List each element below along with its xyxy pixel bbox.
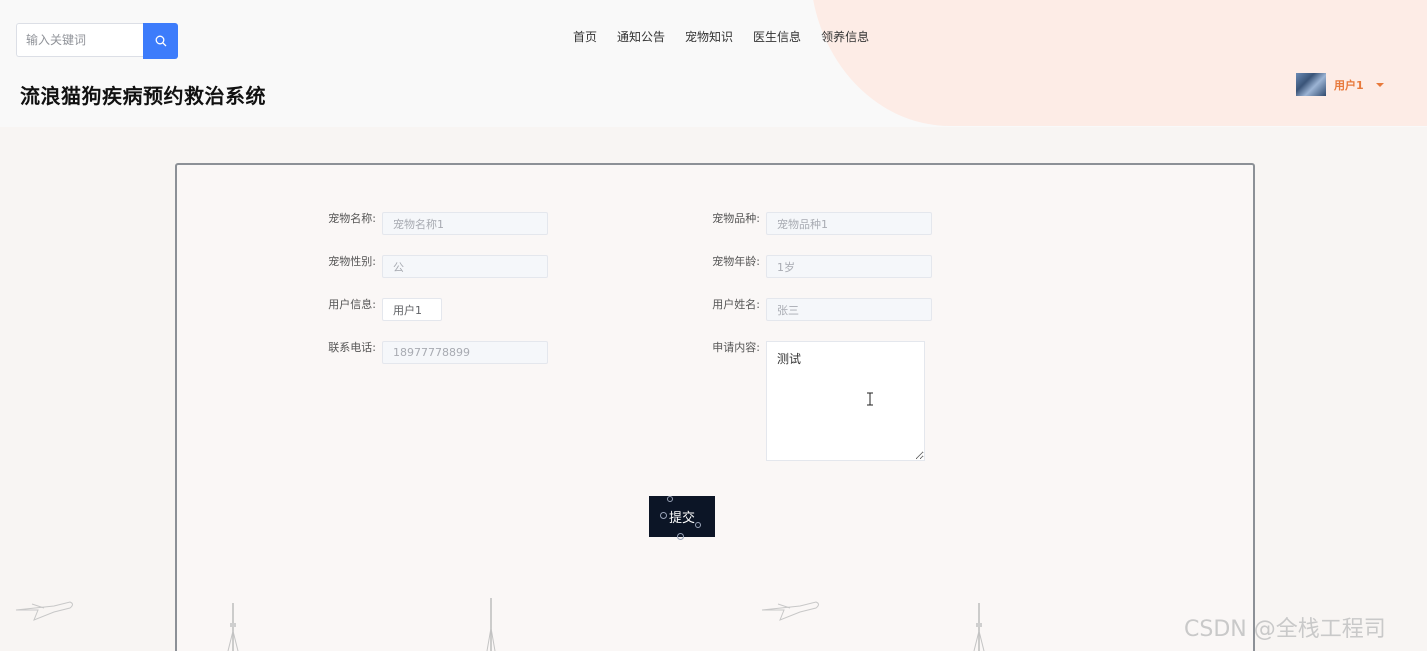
submit-button[interactable]: 提交 <box>649 496 715 537</box>
caret-down-icon <box>1375 82 1384 87</box>
header-decor-blob <box>810 0 1427 126</box>
nav-home[interactable]: 首页 <box>563 28 607 46</box>
nav-adoption-info[interactable]: 领养信息 <box>811 28 879 46</box>
tower-icon <box>973 603 985 651</box>
field-pet-gender: 宠物性别: <box>320 255 548 278</box>
pet-breed-label: 宠物品种: <box>712 212 760 225</box>
nav-pet-knowledge[interactable]: 宠物知识 <box>675 28 743 46</box>
watermark: CSDN @全栈工程司 <box>1184 617 1386 642</box>
site-title: 流浪猫狗疾病预约救治系统 <box>20 84 266 108</box>
field-pet-breed: 宠物品种: <box>704 212 932 235</box>
search-button[interactable] <box>143 23 178 59</box>
search-bar <box>16 23 178 59</box>
tower-icon <box>227 603 239 651</box>
field-apply-content: 申请内容: 测试 <box>704 341 925 461</box>
page: 首页 通知公告 宠物知识 医生信息 领养信息 流浪猫狗疾病预约救治系统 用户1 … <box>0 0 1427 651</box>
main-nav: 首页 通知公告 宠物知识 医生信息 领养信息 <box>563 28 879 46</box>
bubble-decor <box>695 522 701 528</box>
nav-notices[interactable]: 通知公告 <box>607 28 675 46</box>
pet-name-label: 宠物名称: <box>328 212 376 225</box>
user-name-input[interactable] <box>766 298 932 321</box>
field-pet-age: 宠物年龄: <box>704 255 932 278</box>
nav-doctor-info[interactable]: 医生信息 <box>743 28 811 46</box>
pet-breed-input[interactable] <box>766 212 932 235</box>
user-menu[interactable]: 用户1 <box>1296 73 1384 96</box>
airplane-icon <box>15 601 73 621</box>
text-cursor-icon <box>867 392 873 406</box>
user-name-label: 用户姓名: <box>712 298 760 311</box>
search-input[interactable] <box>16 23 143 57</box>
field-user-info: 用户信息: <box>320 298 442 321</box>
bubble-decor <box>677 533 684 540</box>
airplane-icon <box>761 601 819 621</box>
tower-icon <box>486 598 496 651</box>
header: 首页 通知公告 宠物知识 医生信息 领养信息 流浪猫狗疾病预约救治系统 用户1 <box>0 0 1427 127</box>
field-pet-name: 宠物名称: <box>320 212 548 235</box>
bubble-decor <box>660 512 667 519</box>
field-user-name: 用户姓名: <box>704 298 932 321</box>
pet-gender-label: 宠物性别: <box>328 255 376 268</box>
phone-label: 联系电话: <box>328 341 376 354</box>
apply-content-label: 申请内容: <box>712 341 760 354</box>
pet-age-input[interactable] <box>766 255 932 278</box>
apply-content-textarea[interactable]: 测试 <box>766 341 925 461</box>
search-icon <box>155 35 166 47</box>
pet-age-label: 宠物年龄: <box>712 255 760 268</box>
user-info-label: 用户信息: <box>328 298 376 311</box>
field-phone: 联系电话: <box>320 341 548 364</box>
submit-label: 提交 <box>668 511 695 526</box>
bubble-decor <box>667 496 673 502</box>
application-form: 宠物名称: 宠物品种: 宠物性别: 宠物年龄: 用户信息: 用户姓名: 联系电话… <box>175 163 1255 651</box>
pet-name-input[interactable] <box>382 212 548 235</box>
avatar <box>1296 73 1326 96</box>
user-name: 用户1 <box>1334 78 1364 92</box>
pet-gender-input[interactable] <box>382 255 548 278</box>
phone-input[interactable] <box>382 341 548 364</box>
user-info-select[interactable] <box>382 298 442 321</box>
